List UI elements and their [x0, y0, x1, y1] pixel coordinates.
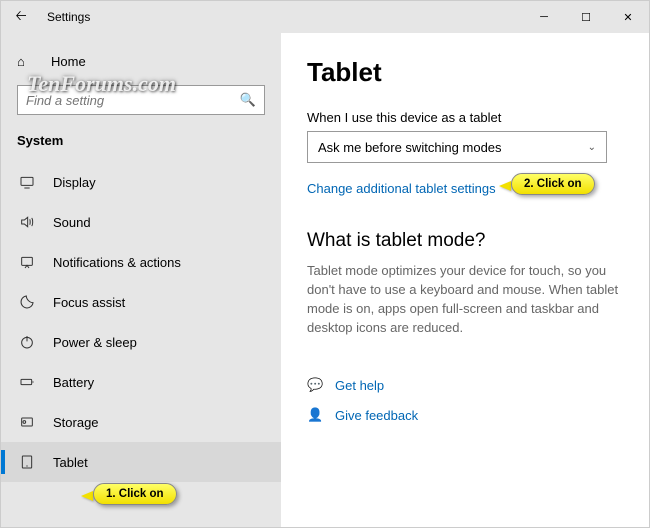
sidebar-item-focus-assist[interactable]: Focus assist [1, 282, 281, 322]
sidebar-item-notifications[interactable]: Notifications & actions [1, 242, 281, 282]
sidebar-item-label: Power & sleep [53, 335, 137, 350]
sidebar-item-label: Storage [53, 415, 99, 430]
battery-icon [17, 374, 37, 390]
section-heading: System [1, 125, 281, 162]
search-input[interactable] [26, 93, 240, 108]
power-icon [17, 334, 37, 350]
sidebar-item-label: Tablet [53, 455, 88, 470]
callout-arrow-1 [81, 491, 93, 501]
subheading: What is tablet mode? [307, 230, 623, 252]
sidebar-item-label: Notifications & actions [53, 255, 181, 270]
get-help-link[interactable]: 💬 Get help [307, 377, 623, 393]
sidebar-item-storage[interactable]: Storage [1, 402, 281, 442]
help-icon: 💬 [307, 377, 323, 393]
feedback-icon: 👤 [307, 407, 323, 423]
sidebar-item-label: Sound [53, 215, 91, 230]
notifications-icon [17, 254, 37, 270]
back-button[interactable]: 🡠 [1, 5, 41, 29]
home-label: Home [51, 54, 86, 69]
minimize-button[interactable]: ─ [523, 1, 565, 33]
sidebar-item-sound[interactable]: Sound [1, 202, 281, 242]
home-nav[interactable]: ⌂ Home [1, 43, 281, 79]
sidebar-item-tablet[interactable]: Tablet [1, 442, 281, 482]
tablet-mode-dropdown[interactable]: Ask me before switching modes ⌄ [307, 131, 607, 163]
window-title: Settings [41, 10, 90, 24]
sidebar-item-label: Display [53, 175, 96, 190]
dropdown-value: Ask me before switching modes [318, 140, 502, 155]
sound-icon [17, 214, 37, 230]
close-button[interactable]: ✕ [607, 1, 649, 33]
callout-2: 2. Click on [511, 173, 595, 195]
get-help-label: Get help [335, 378, 384, 393]
callout-1: 1. Click on [93, 483, 177, 505]
sidebar-item-label: Battery [53, 375, 94, 390]
search-box[interactable]: 🔍 [17, 85, 265, 115]
sidebar-item-battery[interactable]: Battery [1, 362, 281, 402]
description-text: Tablet mode optimizes your device for to… [307, 262, 623, 337]
change-additional-settings-link[interactable]: Change additional tablet settings [307, 181, 496, 196]
sidebar: ⌂ Home 🔍 System Display Sound Notificati… [1, 33, 281, 527]
sidebar-item-power-sleep[interactable]: Power & sleep [1, 322, 281, 362]
search-icon: 🔍 [240, 92, 256, 108]
give-feedback-link[interactable]: 👤 Give feedback [307, 407, 623, 423]
give-feedback-label: Give feedback [335, 408, 418, 423]
main-content: Tablet When I use this device as a table… [281, 33, 649, 527]
focus-assist-icon [17, 294, 37, 310]
callout-arrow-2 [499, 181, 511, 191]
dropdown-label: When I use this device as a tablet [307, 110, 623, 125]
home-icon: ⌂ [17, 54, 37, 69]
page-title: Tablet [307, 57, 623, 88]
sidebar-item-label: Focus assist [53, 295, 125, 310]
tablet-icon [17, 454, 37, 470]
storage-icon [17, 414, 37, 430]
chevron-down-icon: ⌄ [588, 142, 596, 153]
display-icon [17, 174, 37, 190]
titlebar: 🡠 Settings ─ ☐ ✕ [1, 1, 649, 33]
maximize-button[interactable]: ☐ [565, 1, 607, 33]
sidebar-item-display[interactable]: Display [1, 162, 281, 202]
